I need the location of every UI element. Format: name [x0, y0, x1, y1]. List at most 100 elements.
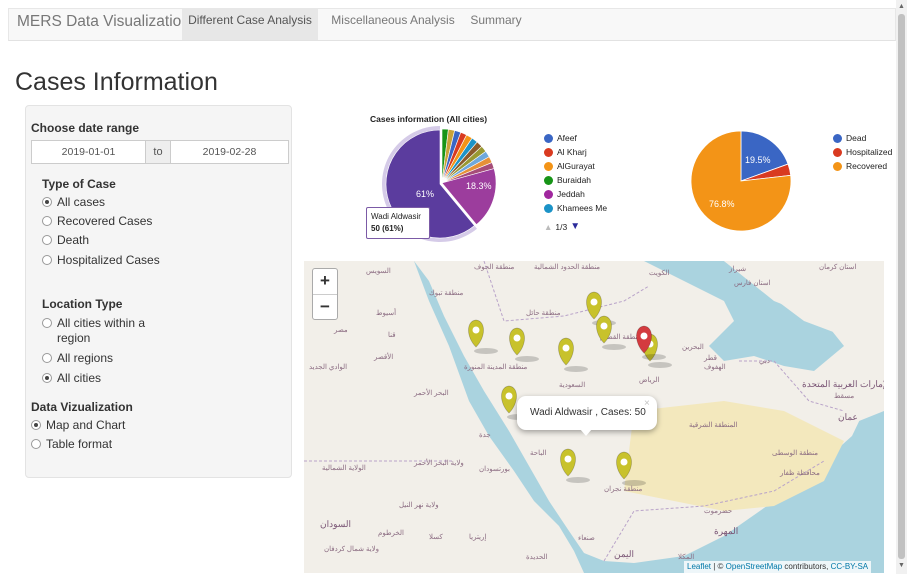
map-marker[interactable]	[560, 448, 591, 483]
legend-dot-icon	[544, 133, 553, 143]
popup-tip	[580, 429, 592, 436]
radio-label: Recovered Cases	[57, 214, 153, 228]
legend-label: Buraidah	[557, 175, 592, 185]
popup-close-icon[interactable]: ×	[644, 398, 650, 409]
marker-hole	[513, 334, 521, 342]
legend-label: Recovered	[846, 161, 888, 171]
radio-all-cities[interactable]: All cities	[42, 371, 101, 386]
map-zoom-control: + −	[312, 268, 338, 320]
location-type-label: Location Type	[42, 297, 123, 311]
legend-item[interactable]: Al Kharj	[544, 147, 587, 157]
radio-all-regions[interactable]: All regions	[42, 351, 113, 366]
radio-label: Map and Chart	[46, 418, 126, 432]
radio-selected-icon[interactable]	[42, 373, 52, 383]
radio-label: Table format	[46, 437, 113, 451]
zoom-in-button[interactable]: +	[313, 269, 337, 294]
radio-label: Hospitalized Cases	[57, 253, 160, 267]
radio-label: All regions	[57, 351, 114, 365]
case-type-label: Type of Case	[42, 177, 116, 191]
pie-data-label: 76.8%	[709, 199, 735, 209]
legend-item[interactable]: Afeef	[544, 133, 577, 143]
scroll-thumb[interactable]	[898, 14, 905, 559]
marker-hole	[600, 322, 608, 330]
marker-shadow	[602, 344, 626, 350]
legend-page-label: 1/3	[555, 221, 568, 232]
navbar: MERS Data Visualization Different Case A…	[8, 8, 896, 41]
zoom-out-button[interactable]: −	[313, 294, 337, 319]
marker-hole	[640, 332, 648, 340]
marker-hole	[620, 458, 628, 466]
radio-table-format[interactable]: Table format	[31, 437, 112, 452]
radio-map-and-chart[interactable]: Map and Chart	[31, 418, 125, 433]
marker-shadow	[642, 354, 666, 360]
radio-label: All cities within a region	[57, 316, 146, 345]
marker-hole	[505, 392, 513, 400]
legend-dot-icon	[544, 147, 553, 157]
tooltip-label: Wadi Aldwasir	[371, 212, 421, 221]
osm-link[interactable]: OpenStreetMap	[726, 562, 782, 571]
legend-dot-icon	[544, 161, 553, 171]
map-marker[interactable]	[616, 451, 647, 486]
legend-label: Afeef	[557, 133, 577, 143]
legend-item[interactable]: Jeddah	[544, 189, 585, 199]
legend-item[interactable]: Buraidah	[544, 175, 591, 185]
tab-miscellaneous-analysis[interactable]: Miscellaneous Analysis	[325, 9, 461, 40]
legend-item[interactable]: Recovered	[833, 161, 887, 171]
radio-icon[interactable]	[42, 235, 52, 245]
outcome-pie-chart[interactable]: 19.5% 76.8%	[689, 123, 799, 235]
page-title: Cases Information	[15, 68, 218, 96]
legend-dot-icon	[544, 189, 553, 199]
marker-hole	[562, 344, 570, 352]
legend-next-icon[interactable]: ▼	[570, 221, 580, 232]
map-marker[interactable]	[558, 337, 589, 372]
radio-recovered-cases[interactable]: Recovered Cases	[42, 214, 152, 229]
radio-icon[interactable]	[42, 255, 52, 265]
legend-item[interactable]: Khamees Me	[544, 203, 607, 213]
visualization-label: Data Vizualization	[31, 400, 133, 414]
page-scrollbar[interactable]: ▲ ▼	[896, 0, 907, 574]
radio-label: All cities	[57, 371, 102, 385]
legend-prev-icon[interactable]: ▲	[544, 222, 552, 232]
radio-icon[interactable]	[42, 318, 52, 328]
radio-selected-icon[interactable]	[42, 197, 52, 207]
tab-different-case-analysis[interactable]: Different Case Analysis	[182, 9, 318, 40]
pie-data-label: 19.5%	[745, 155, 771, 165]
attribution-contributors: contributors,	[782, 562, 831, 571]
radio-icon[interactable]	[31, 439, 41, 449]
radio-all-cases[interactable]: All cases	[42, 195, 105, 210]
legend-item[interactable]: AlGurayat	[544, 161, 595, 171]
legend-dot-icon	[833, 133, 842, 143]
page: MERS Data Visualization Different Case A…	[0, 0, 907, 574]
date-range-label: Choose date range	[31, 121, 140, 135]
scroll-down-arrow-icon[interactable]: ▼	[898, 562, 905, 569]
marker-hole	[472, 326, 480, 334]
radio-death[interactable]: Death	[42, 233, 89, 248]
scroll-up-arrow-icon[interactable]: ▲	[898, 3, 905, 10]
legend-label: Al Kharj	[557, 147, 587, 157]
radio-cities-within-region[interactable]: All cities within a region	[42, 316, 162, 346]
leaflet-link[interactable]: Leaflet	[687, 562, 711, 571]
legend-item[interactable]: Dead	[833, 133, 866, 143]
app-brand[interactable]: MERS Data Visualization	[17, 13, 190, 31]
marker-shadow	[474, 348, 498, 354]
legend-label: Hospitalized	[846, 147, 893, 157]
license-link[interactable]: CC-BY-SA	[831, 562, 869, 571]
radio-label: All cases	[57, 195, 106, 209]
legend-item[interactable]: Hospitalized	[833, 147, 892, 157]
radio-icon[interactable]	[42, 216, 52, 226]
map-marker[interactable]	[468, 319, 499, 354]
tab-summary[interactable]: Summary	[462, 9, 530, 40]
radio-icon[interactable]	[42, 353, 52, 363]
map-marker[interactable]	[509, 327, 540, 362]
marker-shadow	[515, 356, 539, 362]
date-end-input[interactable]: 2019-02-28	[170, 140, 289, 164]
legend-pager: ▲ 1/3 ▼	[544, 221, 580, 232]
legend-dot-icon	[833, 161, 842, 171]
radio-label: Death	[57, 233, 90, 247]
radio-selected-icon[interactable]	[31, 420, 41, 430]
legend-dot-icon	[833, 147, 842, 157]
marker-hole	[590, 298, 598, 306]
radio-hospitalized-cases[interactable]: Hospitalized Cases	[42, 253, 160, 268]
date-start-input[interactable]: 2019-01-01	[31, 140, 146, 164]
sidebar-panel: Choose date range 2019-01-01 to 2019-02-…	[25, 105, 292, 478]
